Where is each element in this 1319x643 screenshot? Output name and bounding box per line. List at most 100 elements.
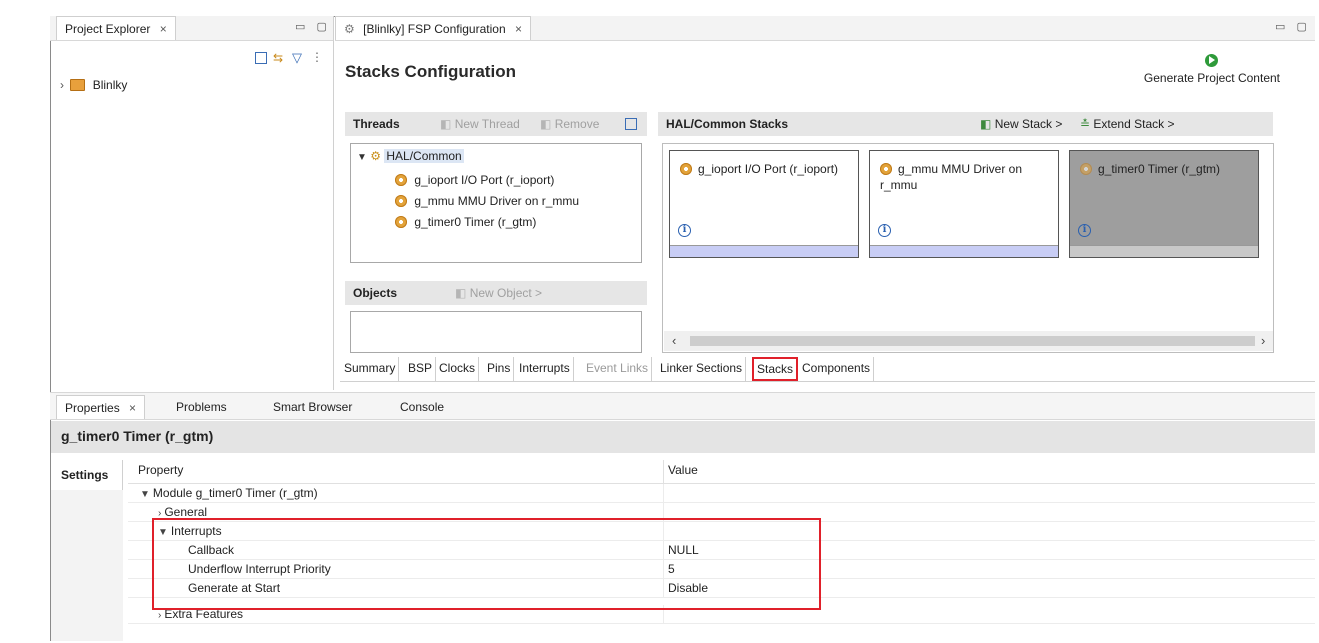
project-icon [70,79,86,91]
collapse-all-icon[interactable] [255,52,267,64]
threads-tree: ▼ ⚙ HAL/Common g_ioport I/O Port (r_iopo… [350,143,642,263]
stack-card-title: g_timer0 Timer (r_gtm) [1080,161,1250,177]
tab-bsp[interactable]: BSP [405,357,437,381]
chevron-right-icon[interactable]: › [60,78,64,92]
project-explorer-panel: Project Explorer × ▭ ▢ ⇆ ▽ ⋮ › Blinlky [50,16,334,390]
tab-console[interactable]: Console [392,395,452,419]
new-thread-button[interactable]: ◧ New Thread [440,112,520,136]
run-icon [1205,54,1218,67]
stack-card-bar [870,245,1058,257]
stack-card-ioport[interactable]: g_ioport I/O Port (r_ioport) i [669,150,859,258]
objects-header: Objects ◧ New Object > [345,281,647,305]
close-icon[interactable]: × [129,401,136,415]
thread-icon: ⚙ [370,149,382,163]
stack-card-mmu[interactable]: g_mmu MMU Driver on r_mmu i [869,150,1059,258]
tab-linker-sections[interactable]: Linker Sections [657,357,747,381]
collapse-all-icon[interactable] [625,118,637,130]
property-table-header: Property Value [128,460,1315,484]
tree-item-ioport[interactable]: g_ioport I/O Port (r_ioport) [395,173,554,187]
stack-card-label: g_mmu MMU Driver on r_mmu [880,162,1023,192]
tab-clocks[interactable]: Clocks [436,357,480,381]
extend-stack-icon: ≛ [1080,117,1091,131]
chevron-down-icon[interactable]: ▼ [140,485,150,504]
stack-card-timer0[interactable]: g_timer0 Timer (r_gtm) i [1069,150,1259,258]
stacks-horizontal-scrollbar[interactable]: ‹ › [664,331,1273,351]
table-row[interactable]: ▼ Module g_timer0 Timer (r_gtm) [128,484,1315,503]
chevron-down-icon[interactable]: ▼ [357,152,367,163]
tree-item-label: HAL/Common [384,149,464,163]
tab-smart-browser[interactable]: Smart Browser [265,395,360,419]
tab-stacks[interactable]: Stacks [752,357,799,381]
tab-properties[interactable]: Properties × [56,395,146,419]
tree-item-label: g_mmu MMU Driver on r_mmu [414,194,580,208]
stack-card-label: g_ioport I/O Port (r_ioport) [698,162,839,176]
module-icon [1080,163,1092,175]
highlight-box [152,518,821,610]
close-icon[interactable]: × [515,22,522,36]
module-icon [880,163,892,175]
tree-item-blinlky[interactable]: › Blinlky [60,78,127,92]
stack-card-bar [670,245,858,257]
bottom-tabbar: Properties × Problems Smart Browser Cons… [50,392,1315,420]
page-title: Stacks Configuration [345,62,516,81]
extend-stack-button[interactable]: ≛ Extend Stack > [1080,112,1174,136]
settings-side-tab-label: Settings [61,468,109,482]
filter-icon[interactable]: ▽ [292,51,302,64]
scroll-right-icon[interactable]: › [1261,333,1265,348]
objects-list [350,311,642,353]
generate-project-content-button[interactable]: Generate Project Content [1100,54,1280,85]
stacks-title: HAL/Common Stacks [666,117,789,131]
settings-gear-icon: ⚙ [344,22,355,36]
column-divider [663,484,664,502]
tree-item-mmu[interactable]: g_mmu MMU Driver on r_mmu [395,194,579,208]
tab-summary[interactable]: Summary [341,357,400,381]
module-icon [395,195,407,207]
tree-item-label: Blinlky [92,78,128,92]
new-object-label: New Object > [469,286,543,300]
info-icon[interactable]: i [878,224,891,237]
properties-title-bar: g_timer0 Timer (r_gtm) [51,421,1315,453]
module-icon [395,216,407,228]
info-icon[interactable]: i [678,224,691,237]
tab-components[interactable]: Components [799,357,875,381]
link-editor-icon[interactable]: ⇆ [273,52,287,64]
tab-project-explorer[interactable]: Project Explorer × [56,16,176,40]
tree-item-hal-common[interactable]: ▼ ⚙ HAL/Common [357,149,464,163]
new-thread-icon: ◧ [440,117,452,131]
new-object-button[interactable]: ◧ New Object > [455,281,542,305]
stacks-header: HAL/Common Stacks ◧ New Stack > ≛ Extend… [658,112,1273,136]
scroll-thumb[interactable] [690,336,1255,346]
remove-icon: ◧ [540,117,552,131]
tab-event-links[interactable]: Event Links [583,357,653,381]
tab-fsp-configuration-label: [Blinlky] FSP Configuration [363,22,506,36]
tab-fsp-configuration[interactable]: ⚙ [Blinlky] FSP Configuration × [335,16,531,40]
row-text: Module g_timer0 Timer (r_gtm) [152,486,318,500]
scroll-left-icon[interactable]: ‹ [672,333,676,348]
properties-title: g_timer0 Timer (r_gtm) [61,428,214,444]
generate-label: Generate Project Content [1143,71,1280,85]
column-divider [663,460,664,483]
minimize-maximize-icon[interactable]: ▭ ▢ [295,20,331,33]
tab-properties-label: Properties [65,401,120,415]
tree-item-label: g_ioport I/O Port (r_ioport) [414,173,555,187]
stack-card-label: g_timer0 Timer (r_gtm) [1098,162,1221,176]
info-icon[interactable]: i [1078,224,1091,237]
extend-stack-label: Extend Stack > [1093,117,1175,131]
tab-interrupts[interactable]: Interrupts [516,357,574,381]
view-menu-icon[interactable]: ⋮ [311,50,323,64]
close-icon[interactable]: × [160,22,167,36]
new-stack-label: New Stack > [994,117,1063,131]
threads-title: Threads [353,117,400,131]
row-label: ▼ Module g_timer0 Timer (r_gtm) [140,484,318,504]
new-stack-button[interactable]: ◧ New Stack > [980,112,1062,136]
remove-button[interactable]: ◧ Remove [540,112,599,136]
editor-tabbar: ⚙ [Blinlky] FSP Configuration × ▭ ▢ [335,16,1315,41]
tree-item-timer0[interactable]: g_timer0 Timer (r_gtm) [395,215,536,229]
module-icon [680,163,692,175]
tab-pins[interactable]: Pins [484,357,515,381]
minimize-maximize-icon[interactable]: ▭ ▢ [1275,20,1311,33]
column-value: Value [668,463,698,477]
tab-problems[interactable]: Problems [168,395,235,419]
settings-side-tab[interactable]: Settings [51,460,123,490]
new-thread-label: New Thread [454,117,520,131]
